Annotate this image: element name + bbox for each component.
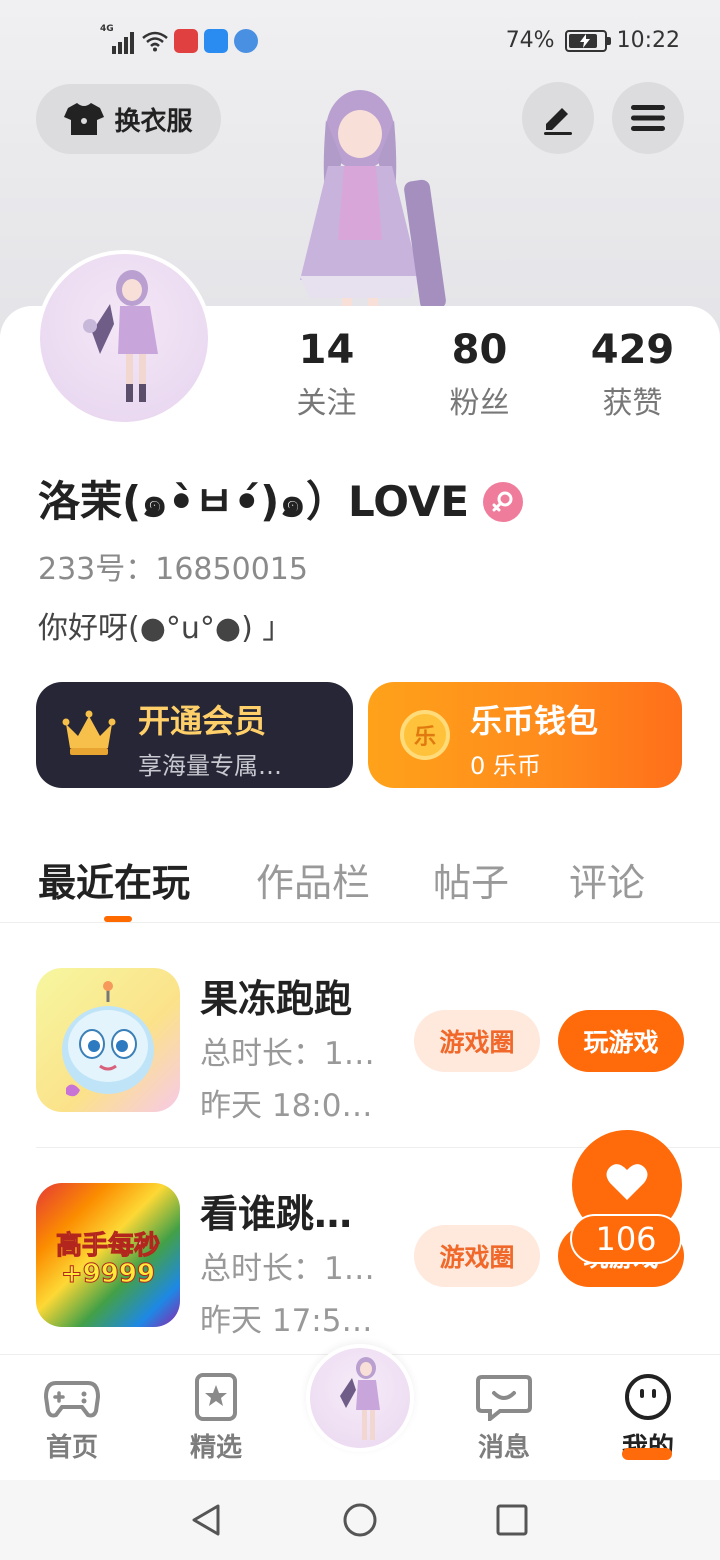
game-icon-jelly-run — [36, 968, 180, 1112]
game-icon-caption-2: +9999 — [60, 1259, 156, 1290]
tab-recent[interactable]: 最近在玩 — [38, 852, 190, 907]
stat-followers-count: 80 — [451, 327, 508, 373]
chat-icon — [476, 1375, 532, 1421]
change-outfit-label: 换衣服 — [114, 106, 193, 137]
menu-button[interactable] — [612, 82, 684, 154]
back-icon[interactable] — [188, 1502, 224, 1538]
shirt-icon — [64, 103, 105, 135]
nav-messages[interactable]: 消息 — [449, 1355, 559, 1481]
coin-glyph: 乐 — [413, 725, 436, 750]
system-navigation-bar — [0, 1480, 720, 1560]
tab-comments[interactable]: 评论 — [569, 852, 645, 907]
username-row: 洛茉(๑•̀ㅂ•́)๑）LOVE — [38, 468, 524, 535]
menu-icon — [631, 105, 665, 131]
game-duration: 总时长：1… — [200, 1251, 375, 1287]
tab-divider — [0, 922, 720, 923]
vip-membership-card[interactable]: 开通会员 享海量专属… — [36, 682, 353, 788]
game-circle-button[interactable]: 游戏圈 — [414, 1010, 540, 1072]
stat-followers[interactable]: 80 粉丝 — [403, 326, 556, 422]
user-bio: 你好呀(●°u°●) 」 — [38, 611, 293, 646]
nav-home[interactable]: 首页 — [17, 1355, 127, 1481]
home-icon[interactable] — [342, 1502, 378, 1538]
avatar-figure — [83, 270, 158, 402]
game-row[interactable]: 果冻跑跑 总时长：1… 昨天 18:0… 游戏圈 玩游戏 — [0, 940, 720, 1140]
signal-icon: 4G — [100, 24, 136, 54]
game-icon-caption-1: 高手每秒 — [55, 1231, 160, 1262]
tab-posts[interactable]: 帖子 — [433, 852, 509, 907]
play-game-button[interactable]: 玩游戏 — [558, 1010, 684, 1072]
nav-home-label: 首页 — [45, 1433, 98, 1463]
game-last-played: 昨天 17:5… — [200, 1303, 373, 1339]
avatar-character — [300, 90, 446, 338]
profile-tabs: 最近在玩 作品栏 帖子 评论 — [0, 846, 720, 922]
game-icon-jump: 高手每秒 +9999 — [36, 1183, 180, 1327]
edit-icon — [544, 108, 572, 135]
stat-likes-label: 获赞 — [602, 386, 663, 421]
notification-app-icon — [174, 29, 198, 53]
user-id: 233号：16850015 — [38, 552, 308, 587]
game-name: 果冻跑跑 — [200, 977, 353, 1021]
stat-following-label: 关注 — [296, 386, 357, 421]
nav-featured-label: 精选 — [189, 1433, 242, 1463]
notification-browser-icon — [234, 29, 258, 53]
heart-icon — [606, 1164, 648, 1200]
nav-active-indicator — [622, 1448, 672, 1460]
battery-percent: 74% — [505, 28, 555, 53]
stat-likes[interactable]: 429 获赞 — [556, 326, 709, 422]
stat-likes-count: 429 — [590, 327, 675, 373]
vip-title: 开通会员 — [138, 702, 267, 740]
wallet-card[interactable]: 乐 乐币钱包 0 乐币 — [368, 682, 682, 788]
tab-works[interactable]: 作品栏 — [256, 852, 370, 907]
vip-subtitle: 享海量专属… — [138, 752, 282, 780]
username: 洛茉(๑•̀ㅂ•́)๑）LOVE — [38, 477, 470, 526]
like-count: 106 — [570, 1214, 682, 1264]
stat-following-count: 14 — [298, 327, 355, 373]
recents-icon[interactable] — [494, 1502, 530, 1538]
game-circle-button[interactable]: 游戏圈 — [414, 1225, 540, 1287]
nav-me[interactable]: 我的 — [593, 1355, 703, 1481]
stat-followers-label: 粉丝 — [449, 386, 510, 421]
game-name: 看谁跳… — [200, 1192, 353, 1236]
female-gender-icon — [483, 481, 524, 522]
star-icon — [195, 1373, 237, 1421]
change-outfit-button[interactable]: 换衣服 — [36, 84, 221, 154]
coin-icon: 乐 — [400, 710, 450, 760]
edit-profile-button[interactable] — [522, 82, 594, 154]
game-last-played: 昨天 18:0… — [200, 1088, 373, 1124]
wallet-balance: 0 乐币 — [470, 752, 541, 780]
notification-search-icon — [204, 29, 228, 53]
battery-icon — [564, 29, 611, 52]
nav-center-avatar[interactable] — [306, 1344, 414, 1452]
avatar[interactable] — [36, 250, 212, 426]
nav-messages-label: 消息 — [477, 1433, 530, 1463]
wifi-icon — [142, 31, 168, 52]
clock: 10:22 — [616, 28, 680, 53]
nav-featured[interactable]: 精选 — [161, 1355, 271, 1481]
gamepad-icon — [44, 1381, 100, 1418]
avatar-figure — [340, 1357, 380, 1440]
wallet-title: 乐币钱包 — [470, 702, 599, 740]
smile-icon — [625, 1374, 671, 1420]
game-duration: 总时长：1… — [200, 1036, 375, 1072]
stat-following[interactable]: 14 关注 — [250, 326, 403, 422]
profile-stats: 14 关注 80 粉丝 429 获赞 — [250, 326, 720, 422]
crown-icon — [62, 710, 116, 755]
